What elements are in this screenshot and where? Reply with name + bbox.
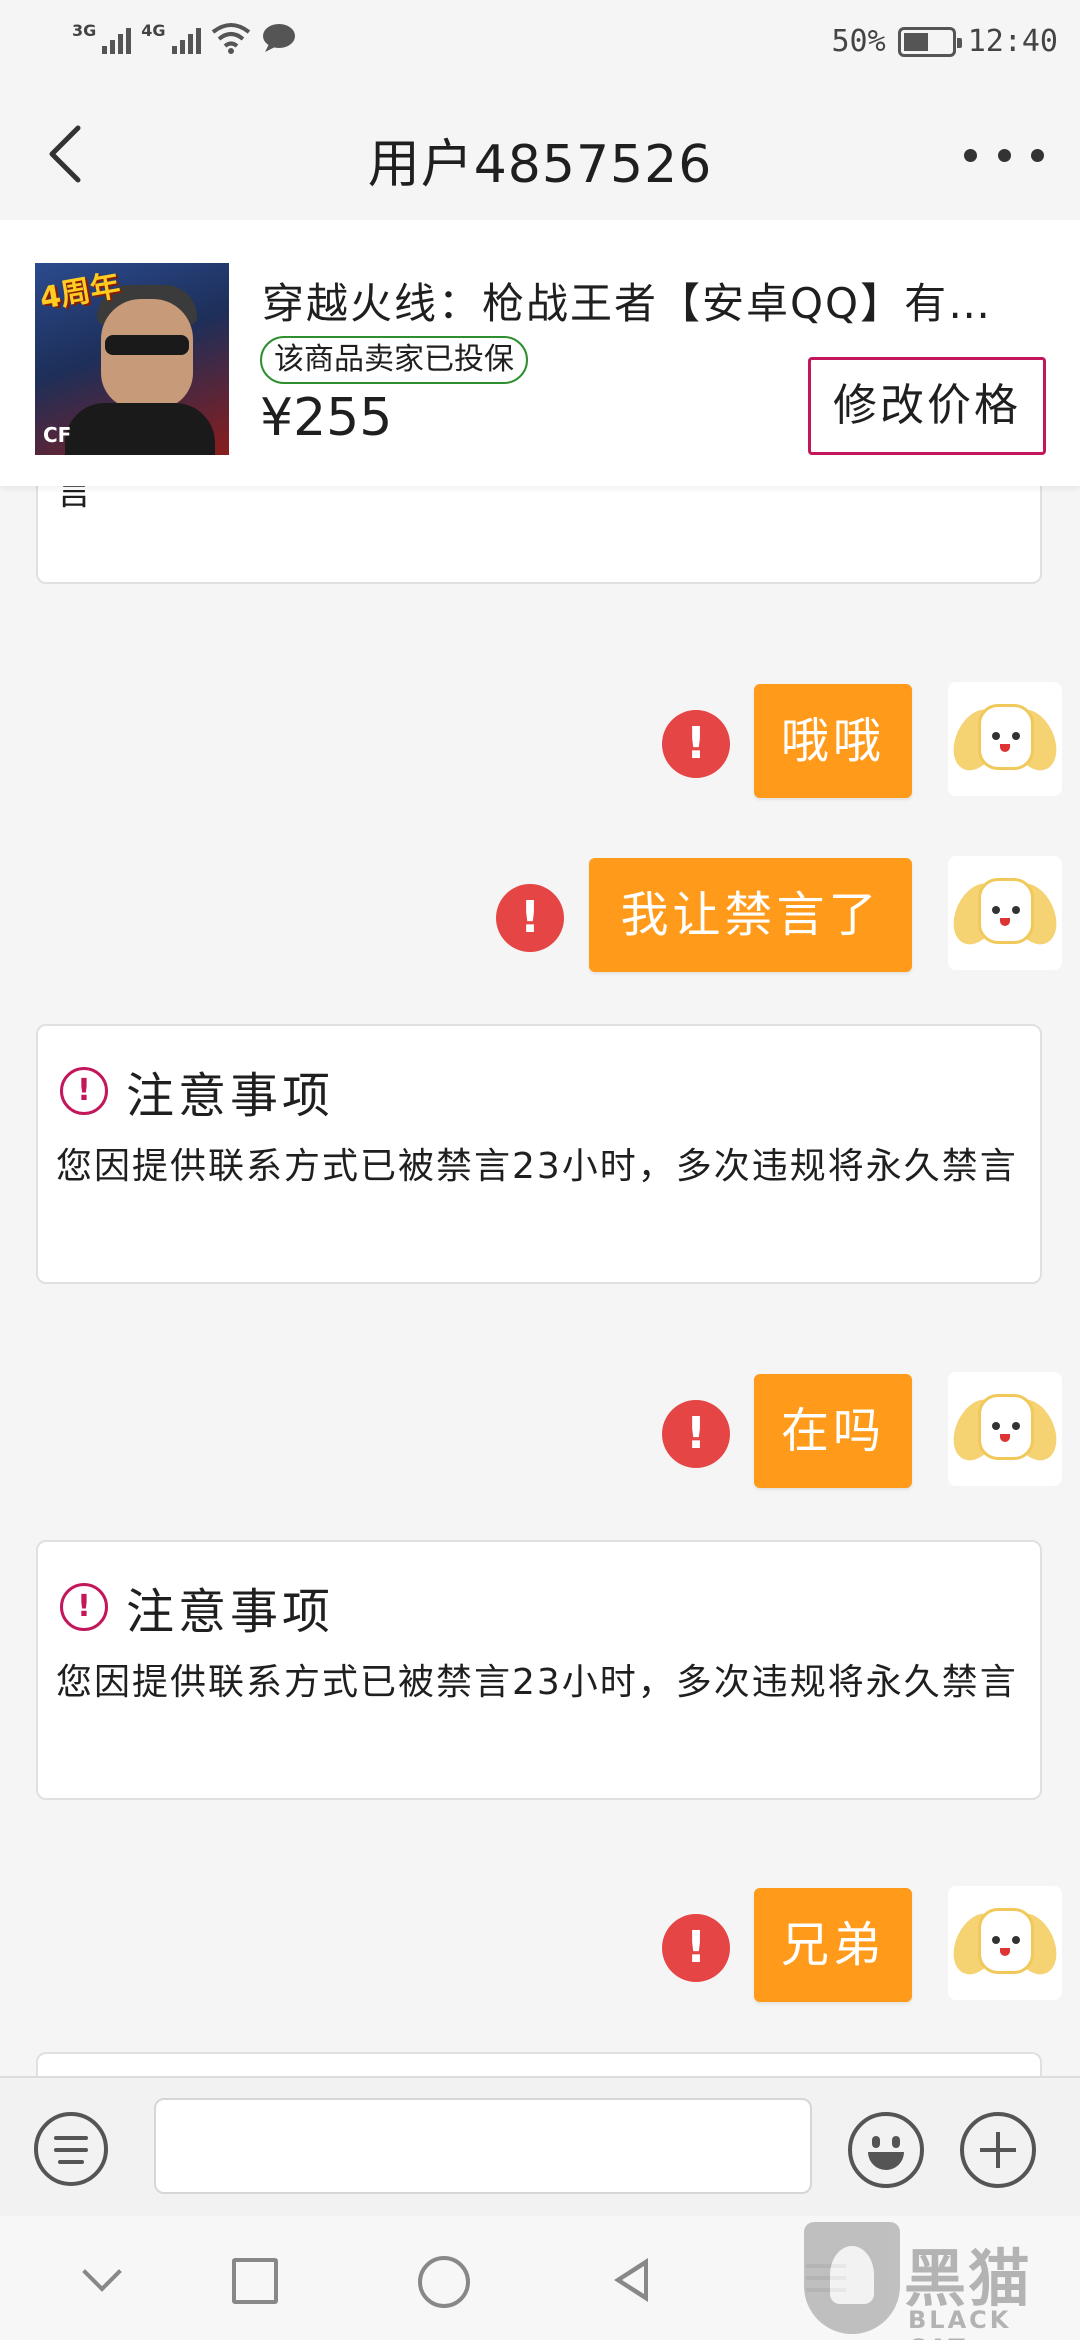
send-failed-icon[interactable]: !	[662, 1400, 730, 1468]
recents-button[interactable]	[232, 2258, 278, 2304]
hide-nav-button[interactable]	[74, 2252, 130, 2308]
battery-icon	[897, 26, 962, 57]
network-type-1: 3G	[72, 21, 97, 40]
avatar[interactable]	[948, 1886, 1062, 2000]
notice-title: 注意事项	[126, 1584, 335, 1640]
status-left: 3G 4G	[72, 21, 297, 54]
status-bar: 3G 4G 50% 12:40	[0, 0, 1080, 90]
notice-card: 言	[36, 486, 1042, 584]
notice-card	[36, 2052, 1042, 2076]
notice-card: ! 注意事项 您因提供联系方式已被禁言23小时，多次违规将永久禁言	[36, 1540, 1042, 1800]
more-options-button[interactable]	[964, 130, 1044, 180]
back-nav-button[interactable]	[606, 2252, 662, 2308]
notice-header: ! 注意事项	[60, 1056, 334, 1126]
cat-shield-icon	[804, 2222, 900, 2334]
home-button[interactable]	[418, 2256, 470, 2308]
notice-body-tail: 言	[56, 486, 95, 513]
notice-title: 注意事项	[126, 1068, 335, 1124]
clock: 12:40	[967, 24, 1058, 59]
avatar[interactable]	[948, 1372, 1062, 1486]
notice-header: ! 注意事项	[60, 1572, 334, 1642]
game-logo: CF	[43, 423, 72, 447]
send-failed-icon[interactable]: !	[496, 884, 564, 952]
chat-area[interactable]: 言 ! 哦哦 ! 我让禁言了 ! 注意事项 您因提供联系方式已被禁言23小时，多…	[0, 486, 1080, 2076]
nav-bar: 用户4857526	[0, 90, 1080, 220]
notice-card: ! 注意事项 您因提供联系方式已被禁言23小时，多次违规将永久禁言	[36, 1024, 1042, 1284]
wifi-icon	[211, 23, 250, 54]
page-title: 用户4857526	[367, 135, 713, 195]
signal-icon-2	[171, 22, 201, 54]
message-bubble[interactable]: 在吗	[754, 1374, 912, 1488]
product-title: 穿越火线：枪战王者【安卓QQ】有…	[262, 279, 993, 328]
message-row: ! 在吗	[0, 1372, 1080, 1492]
alert-circle-icon: !	[60, 1067, 108, 1115]
message-input[interactable]	[154, 2098, 812, 2194]
quick-reply-button[interactable]	[34, 2112, 108, 2186]
notice-body: 您因提供联系方式已被禁言23小时，多次违规将永久禁言	[56, 1146, 1018, 1187]
watermark-en: BLACK CAT	[908, 2306, 1012, 2340]
more-dot-icon	[1031, 148, 1044, 162]
alert-circle-icon: !	[60, 1583, 108, 1631]
message-bubble[interactable]: 兄弟	[754, 1888, 912, 2002]
send-failed-icon[interactable]: !	[662, 710, 730, 778]
message-row: ! 哦哦	[0, 682, 1080, 802]
network-type-2: 4G	[141, 21, 166, 40]
edit-price-button[interactable]: 修改价格	[808, 357, 1046, 455]
notice-body: 您因提供联系方式已被禁言23小时，多次违规将永久禁言	[56, 1662, 1018, 1703]
avatar[interactable]	[948, 682, 1062, 796]
watermark-logo: 黑猫 BLACK CAT	[804, 2222, 1080, 2340]
input-bar	[0, 2076, 1080, 2216]
insured-badge: 该商品卖家已投保	[260, 336, 528, 384]
product-card[interactable]: 4周年 CF 穿越火线：枪战王者【安卓QQ】有… 该商品卖家已投保 ¥255 修…	[0, 220, 1080, 486]
message-bubble[interactable]: 哦哦	[754, 684, 912, 798]
battery-percent: 50%	[831, 24, 886, 59]
more-dot-icon	[997, 148, 1011, 162]
product-thumbnail[interactable]: 4周年 CF	[35, 263, 229, 455]
plus-button[interactable]	[960, 2112, 1036, 2188]
message-bubble[interactable]: 我让禁言了	[589, 858, 912, 972]
signal-icon	[102, 22, 132, 54]
status-right: 50% 12:40	[832, 24, 1059, 59]
message-row: ! 我让禁言了	[0, 856, 1080, 976]
more-dot-icon	[964, 148, 977, 162]
emoji-button[interactable]	[848, 2112, 924, 2188]
product-price: ¥255	[260, 388, 393, 448]
message-notification-icon	[262, 24, 295, 52]
message-row: ! 兄弟	[0, 1886, 1080, 2006]
watermark-cn: 黑猫	[904, 2242, 1033, 2315]
send-failed-icon[interactable]: !	[662, 1914, 730, 1982]
avatar[interactable]	[948, 856, 1062, 970]
